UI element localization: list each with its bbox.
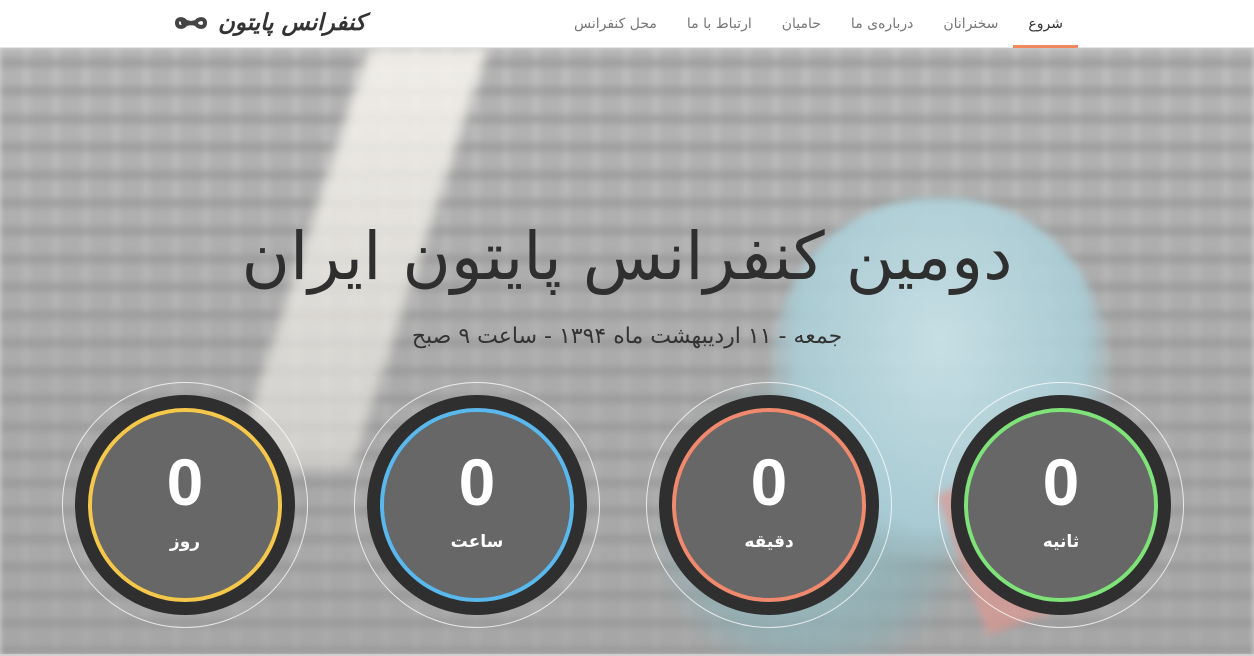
countdown-days: 0 روز [62, 382, 308, 628]
countdown-minutes-label: دقیقه [744, 532, 794, 552]
nav-item-about[interactable]: درباره‌ی ما [836, 0, 928, 48]
navbar: کنفرانس پایتون شروع سخنرانان درباره‌ی ما… [0, 0, 1254, 48]
countdown-days-value: 0 [166, 445, 204, 519]
hero-subtitle: جمعه - ۱۱ اردیبهشت ماه ۱۳۹۴ - ساعت ۹ صبح [411, 324, 843, 349]
main-nav: شروع سخنرانان درباره‌ی ما حامیان ارتباط … [559, 0, 1078, 48]
brand-name: کنفرانس پایتون [218, 10, 366, 36]
nav-item-start[interactable]: شروع [1013, 0, 1078, 48]
countdown-minutes-value: 0 [750, 445, 788, 519]
countdown-seconds-value: 0 [1042, 445, 1080, 519]
infinity-icon [174, 17, 208, 29]
countdown-hours: 0 ساعت [354, 382, 600, 628]
nav-item-sponsors[interactable]: حامیان [767, 0, 836, 48]
countdown-seconds-label: ثانیه [1042, 532, 1080, 552]
nav-item-venue[interactable]: محل کنفرانس [559, 0, 672, 48]
countdown-minutes: 0 دقیقه [646, 382, 892, 628]
countdown-hours-value: 0 [458, 445, 496, 519]
nav-item-contact[interactable]: ارتباط با ما [672, 0, 767, 48]
hero-title: دومین کنفرانس پایتون ایران [241, 218, 1013, 295]
countdown-days-label: روز [169, 532, 201, 552]
nav-item-speakers[interactable]: سخنرانان [928, 0, 1013, 48]
hero-section: دومین کنفرانس پایتون ایران جمعه - ۱۱ ارد… [0, 48, 1254, 656]
brand-logo[interactable]: کنفرانس پایتون [174, 6, 366, 40]
countdown-seconds: 0 ثانیه [938, 382, 1184, 628]
countdown-hours-label: ساعت [450, 532, 504, 552]
